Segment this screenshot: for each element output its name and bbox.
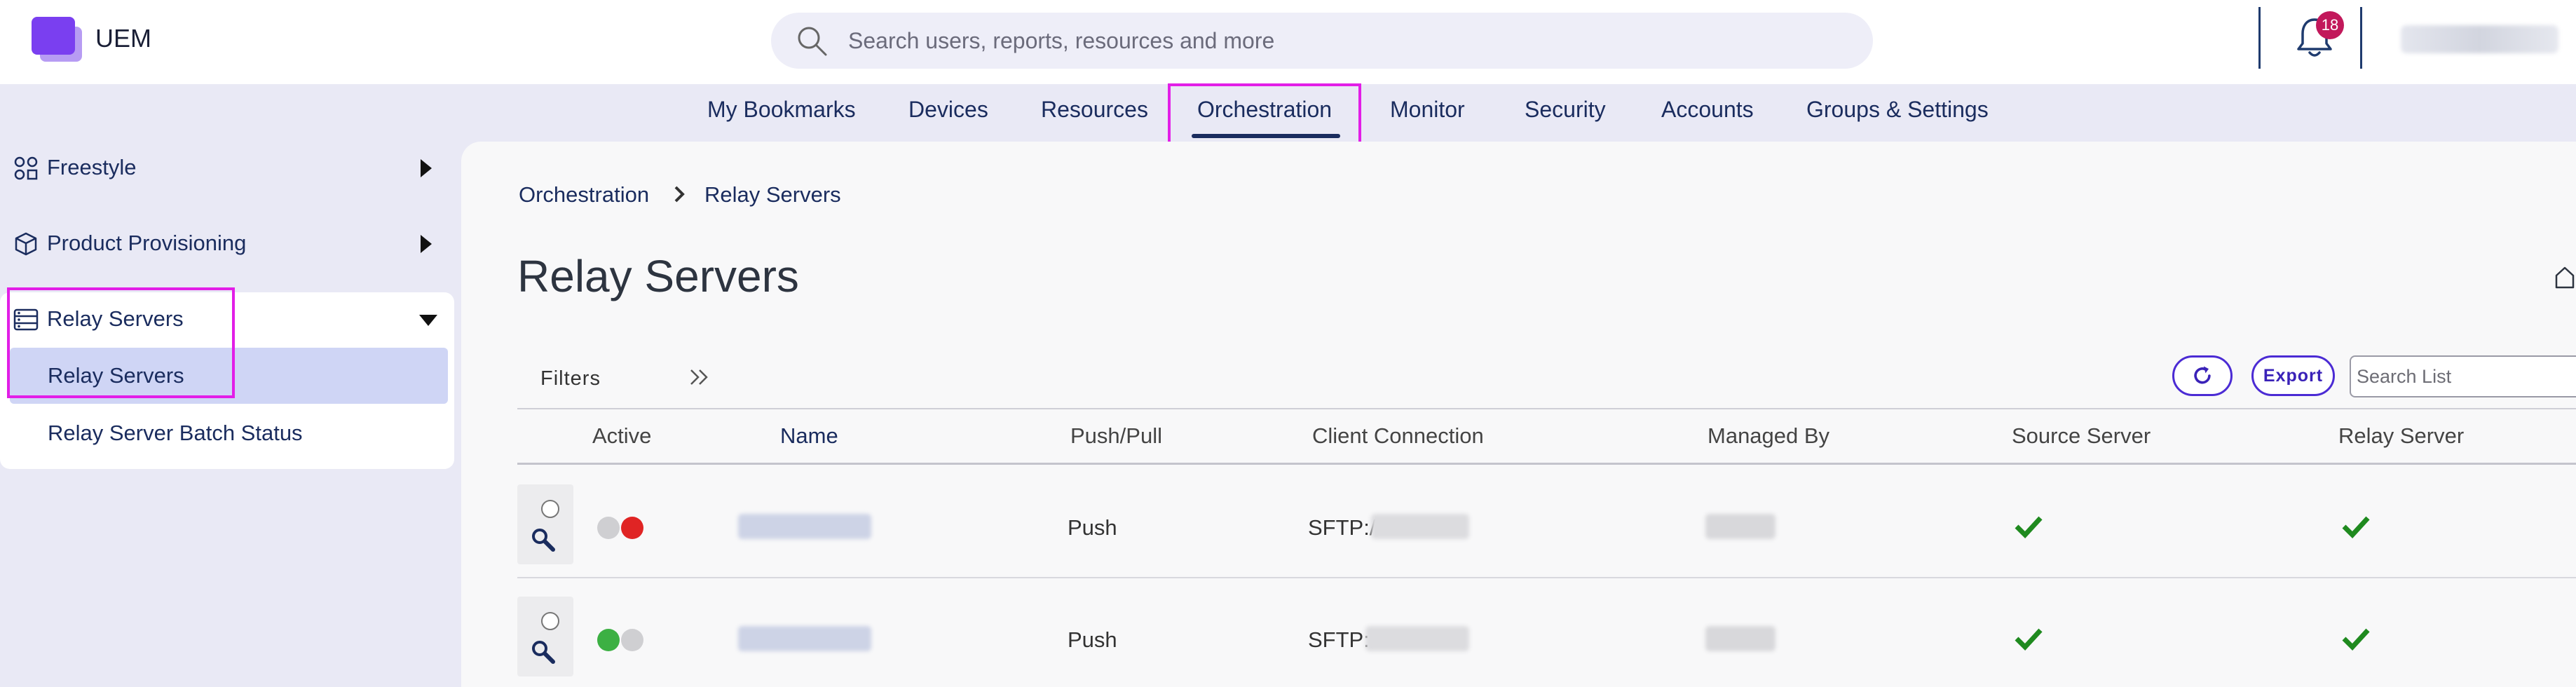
sidebar-item-label: Freestyle (47, 155, 137, 179)
global-search-input[interactable] (848, 22, 1829, 59)
refresh-icon (2194, 366, 2211, 384)
chevron-right-icon (674, 186, 685, 203)
filters-label[interactable]: Filters (540, 367, 601, 390)
row-select-radio[interactable] (541, 612, 559, 630)
magnify-icon[interactable] (530, 639, 557, 665)
main-content: Orchestration Relay Servers Relay Server… (461, 142, 2576, 687)
page-title: Relay Servers (517, 251, 799, 301)
breadcrumb-orchestration[interactable]: Orchestration (519, 182, 649, 208)
box-icon (15, 232, 37, 256)
nav-tab-resources[interactable]: Resources (1041, 97, 1148, 123)
search-list-input[interactable] (2350, 355, 2576, 397)
row-select-radio[interactable] (541, 500, 559, 518)
status-toggle-active[interactable] (594, 627, 650, 653)
nav-tab-groups-settings[interactable]: Groups & Settings (1806, 97, 1989, 123)
checkmark-icon (2015, 628, 2043, 651)
row-client-connection: SFTP: (1308, 627, 1370, 652)
column-header-source-server[interactable]: Source Server (2012, 423, 2151, 449)
row-client-connection-redacted (1365, 626, 1469, 651)
toolbar-divider (2360, 7, 2362, 69)
row-name-redacted[interactable] (738, 626, 871, 651)
sidebar-item-label: Product Provisioning (47, 231, 247, 255)
notification-badge: 18 (2316, 11, 2344, 39)
row-client-connection: SFTP:/ (1308, 515, 1376, 540)
breadcrumb-relay-servers[interactable]: Relay Servers (704, 182, 841, 208)
column-header-relay-server[interactable]: Relay Server (2338, 423, 2464, 449)
table-divider (517, 408, 2576, 409)
checkmark-icon (2015, 516, 2043, 539)
refresh-button[interactable] (2172, 355, 2233, 396)
nav-tab-devices[interactable]: Devices (908, 97, 988, 123)
caret-right-icon (421, 159, 432, 177)
nav-tab-my-bookmarks[interactable]: My Bookmarks (707, 97, 856, 123)
status-toggle-inactive[interactable] (594, 515, 650, 540)
nav-tab-monitor[interactable]: Monitor (1390, 97, 1465, 123)
global-search[interactable] (771, 13, 1873, 69)
caret-down-icon (419, 315, 437, 326)
row-actions (517, 597, 573, 676)
uem-logo-icon[interactable] (32, 17, 82, 62)
home-icon[interactable] (2554, 264, 2576, 290)
sidebar-item-freestyle[interactable]: Freestyle (0, 137, 454, 200)
row-managed-by-redacted (1705, 626, 1776, 651)
checkmark-icon (2342, 628, 2370, 651)
nav-tab-security[interactable]: Security (1525, 97, 1606, 123)
toolbar-divider (2258, 7, 2261, 69)
sidebar-item-product-provisioning[interactable]: Product Provisioning (0, 212, 454, 276)
column-header-push-pull[interactable]: Push/Pull (1070, 423, 1162, 449)
sidebar-subitem-relay-server-batch-status[interactable]: Relay Server Batch Status (10, 405, 448, 461)
row-push-pull: Push (1068, 515, 1117, 540)
table-row[interactable]: Push SFTP:/ (517, 465, 2576, 577)
row-push-pull: Push (1068, 627, 1117, 652)
table-row[interactable]: Push SFTP: (517, 577, 2576, 687)
row-actions (517, 484, 573, 564)
top-bar: UEM 18 (0, 0, 2576, 84)
app-name: UEM (95, 24, 151, 53)
caret-right-icon (421, 235, 432, 253)
column-header-name[interactable]: Name (780, 423, 838, 449)
row-client-connection-redacted (1371, 514, 1469, 539)
double-chevron-right-icon[interactable] (687, 366, 712, 388)
user-menu[interactable] (2401, 25, 2558, 53)
row-name-redacted[interactable] (738, 514, 871, 539)
nav-tab-accounts[interactable]: Accounts (1661, 97, 1754, 123)
export-button[interactable]: Export (2251, 355, 2335, 396)
checkmark-icon (2342, 516, 2370, 539)
magnify-icon[interactable] (530, 526, 557, 553)
column-header-managed-by[interactable]: Managed By (1708, 423, 1829, 449)
freestyle-icon (14, 156, 38, 180)
search-icon (798, 27, 827, 56)
sidebar-subitem-label: Relay Server Batch Status (48, 421, 303, 445)
column-header-active[interactable]: Active (592, 423, 651, 449)
column-header-client-connection[interactable]: Client Connection (1312, 423, 1484, 449)
row-managed-by-redacted (1705, 514, 1776, 539)
highlight-box-relay-servers (7, 287, 235, 398)
